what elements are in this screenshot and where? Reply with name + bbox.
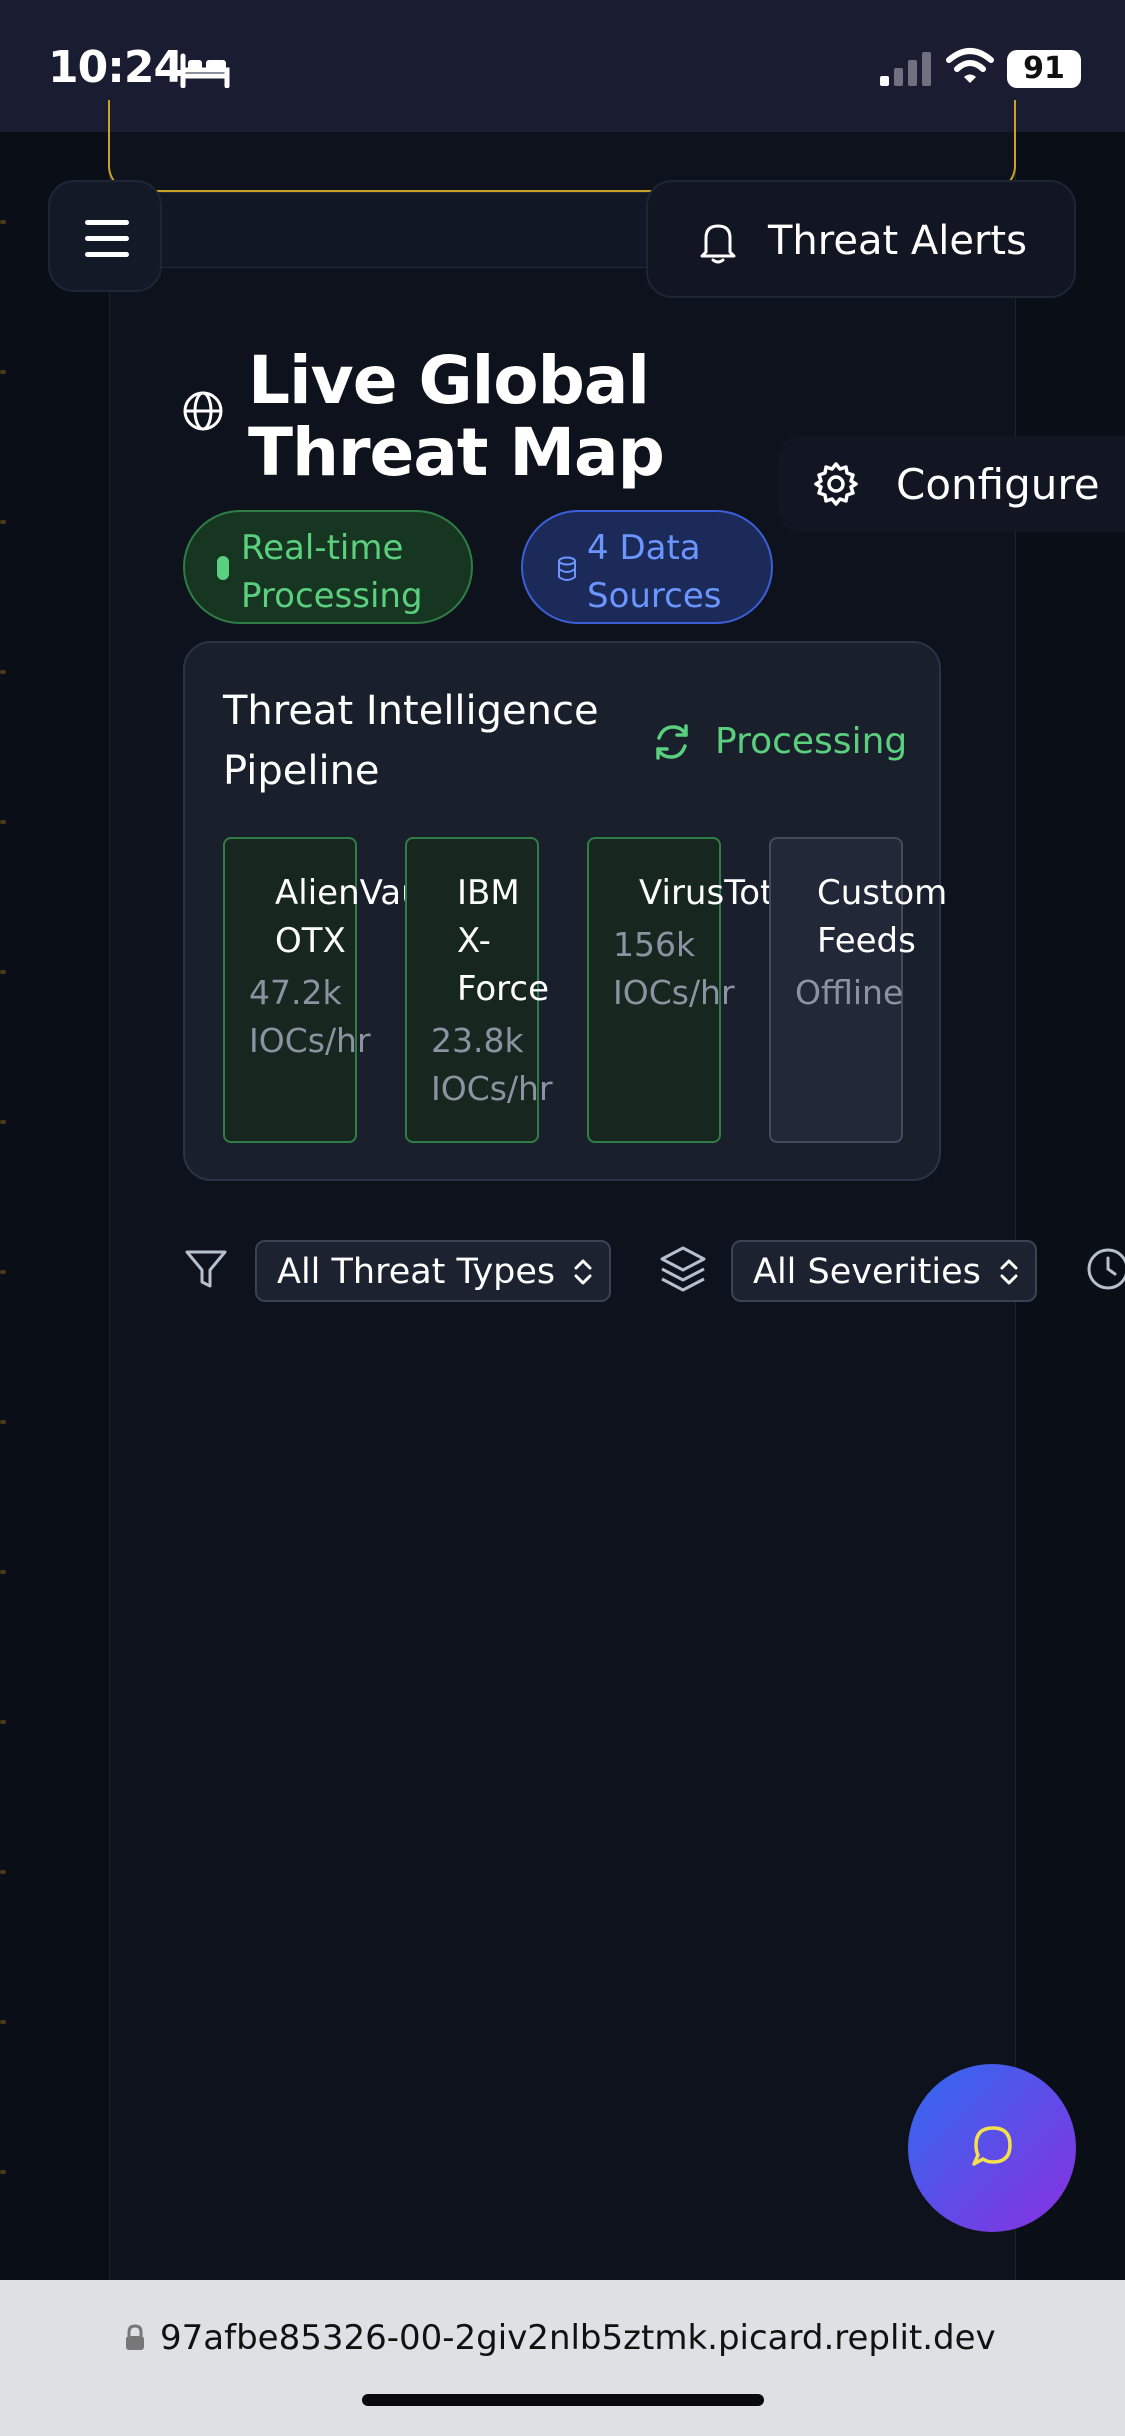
chat-button[interactable] <box>908 2064 1076 2232</box>
source-rate: 23.8k IOCs/hr <box>431 1021 553 1108</box>
globe-icon <box>183 391 223 431</box>
top-card <box>108 100 1016 192</box>
source-card-alienvault[interactable]: AlienVault OTX 47.2k IOCs/hr <box>223 837 445 1143</box>
chat-bubble-icon <box>972 2126 1012 2166</box>
battery-indicator: 91 <box>1007 50 1081 88</box>
configure-button[interactable]: Configure <box>778 436 1125 532</box>
threat-type-select[interactable]: All Threat Types <box>255 1240 611 1302</box>
realtime-processing-badge: Real-time Processing <box>183 510 473 624</box>
source-name: IBM X-Force <box>457 873 549 1009</box>
source-rate: 47.2k IOCs/hr <box>249 973 371 1060</box>
chevron-updown-icon <box>574 1259 592 1285</box>
layers-icon <box>660 1246 706 1292</box>
wifi-icon <box>946 48 994 83</box>
browser-url-bar[interactable]: 97afbe85326-00-2giv2nlb5ztmk.picard.repl… <box>0 2280 1125 2436</box>
hamburger-icon <box>85 220 129 225</box>
source-name: VirusTotal <box>639 873 769 913</box>
left-panel <box>0 132 110 2280</box>
pipeline-card: Threat Intelligence Pipeline Processing … <box>183 641 947 1181</box>
realtime-badge-label: Real-time Processing <box>241 528 423 616</box>
source-rate: Offline <box>795 973 904 1012</box>
data-sources-badge: 4 Data Sources <box>521 510 773 624</box>
lock-icon <box>126 2324 144 2350</box>
url-text: 97afbe85326-00-2giv2nlb5ztmk.picard.repl… <box>160 2318 996 2358</box>
severity-select[interactable]: All Severities <box>731 1240 1037 1302</box>
gear-icon <box>814 462 858 506</box>
severity-value: All Severities <box>753 1252 981 1292</box>
source-card-ibm-xforce[interactable]: IBM X-Force 23.8k IOCs/hr <box>405 837 553 1143</box>
filter-icon <box>185 1250 227 1288</box>
database-icon <box>558 556 576 581</box>
status-dot <box>217 556 229 580</box>
threat-alerts-label: Threat Alerts <box>768 218 1027 264</box>
pipeline-status: Processing <box>715 721 908 762</box>
threat-alerts-button[interactable]: Threat Alerts <box>646 180 1076 298</box>
pipeline-title: Threat Intelligence Pipeline <box>223 688 599 794</box>
threat-type-value: All Threat Types <box>277 1252 556 1292</box>
source-rate: 156k IOCs/hr <box>613 925 735 1012</box>
page-title: Live Global Threat Map <box>248 342 665 491</box>
top-card-footer <box>152 192 672 268</box>
refresh-icon <box>656 724 688 760</box>
bell-icon <box>700 224 736 264</box>
clock-icon[interactable] <box>1085 1246 1125 1292</box>
home-indicator[interactable] <box>362 2394 764 2406</box>
chevron-updown-icon <box>1000 1259 1018 1285</box>
menu-button[interactable] <box>48 180 162 292</box>
source-name: AlienVault OTX <box>275 873 446 961</box>
signal-icon <box>880 52 931 86</box>
status-time: 10:24 <box>48 42 184 93</box>
bed-icon <box>180 53 230 88</box>
data-sources-label: 4 Data Sources <box>587 528 722 616</box>
source-card-virustotal[interactable]: VirusTotal 156k IOCs/hr <box>587 837 769 1143</box>
source-card-custom-feeds[interactable]: Custom Feeds Offline <box>769 837 947 1143</box>
configure-label: Configure <box>896 460 1100 509</box>
source-name: Custom Feeds <box>817 873 948 961</box>
